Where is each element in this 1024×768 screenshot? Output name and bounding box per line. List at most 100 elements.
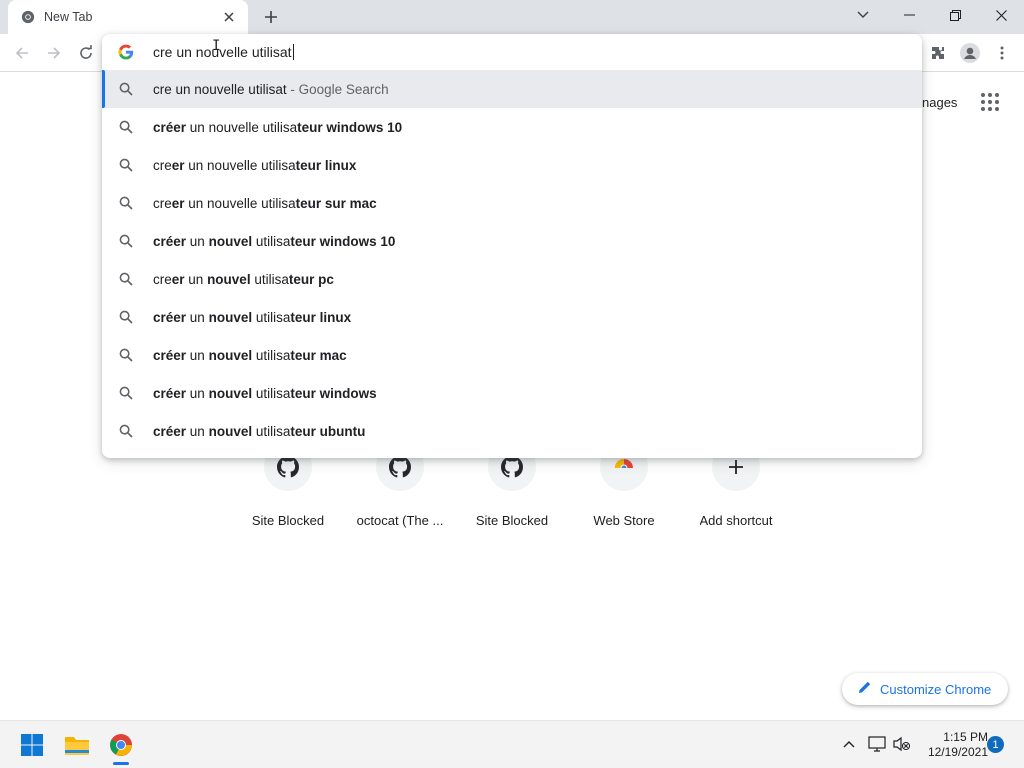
active-app-indicator [113,762,129,765]
suggestion-text: creer un nouvel utilisateur pc [153,272,334,287]
tab-search-chevron-icon[interactable] [840,0,886,30]
suggestion-row[interactable]: creer un nouvelle utilisateur linux [102,146,922,184]
display-icon[interactable] [866,733,888,755]
suggestion-segment: utilisa [252,423,291,439]
chevron-up-icon[interactable] [838,733,860,755]
suggestion-segment: un [184,271,208,287]
windows-start-icon[interactable] [16,729,48,761]
suggestion-row[interactable]: cre un nouvelle utilisat - Google Search [102,70,922,108]
suggestion-segment: créer [153,233,187,249]
suggestion-segment: créer [153,119,187,135]
suggestion-text: créer un nouvel utilisateur windows 10 [153,234,395,249]
customize-chrome-label: Customize Chrome [880,681,992,697]
suggestion-segment: utilisa [252,233,291,249]
suggestion-segment: créer [153,385,187,401]
suggestion-segment: un [186,347,209,363]
suggestion-segment: teur linux [290,309,352,325]
suggestion-row[interactable]: créer un nouvel utilisateur mac [102,336,922,374]
suggestion-segment: cre [153,195,172,211]
suggestion-segment: créer [153,347,187,363]
suggestion-row[interactable]: creer un nouvelle utilisateur sur mac [102,184,922,222]
search-icon [119,386,133,400]
images-link[interactable]: nages [922,95,957,110]
system-clock[interactable]: 1:15 PM 12/19/2021 [918,730,988,760]
close-window-button[interactable] [978,0,1024,30]
new-tab-button[interactable] [258,4,284,30]
suggestion-segment: teur windows [290,385,377,401]
suggestion-text: créer un nouvel utilisateur mac [153,348,347,363]
notification-badge[interactable]: 1 [987,736,1004,753]
suggestion-text: creer un nouvelle utilisateur sur mac [153,196,377,211]
search-icon [119,272,133,286]
shortcut-label: Add shortcut [699,513,773,528]
restore-button[interactable] [932,0,978,30]
suggestion-row[interactable]: créer un nouvel utilisateur ubuntu [102,412,922,450]
reload-button[interactable] [72,39,100,67]
suggestion-segment: nouvel [208,347,253,363]
omnibox-input[interactable]: cre un nouvelle utilisat I [102,34,922,70]
google-g-icon [118,44,134,60]
profile-avatar-icon[interactable] [956,39,984,67]
minimize-button[interactable] [886,0,932,30]
suggestion-text: creer un nouvelle utilisateur linux [153,158,356,173]
suggestion-segment: créer [153,423,187,439]
suggestion-segment: cre un nouvelle utilisat [153,81,287,97]
search-icon [119,348,133,362]
search-icon [119,310,133,324]
suggestion-segment: un [186,309,209,325]
file-explorer-icon[interactable] [61,729,93,761]
suggestion-text: créer un nouvel utilisateur windows [153,386,377,401]
chrome-taskbar-icon[interactable] [105,729,137,765]
volume-muted-icon[interactable] [891,733,913,755]
close-tab-icon[interactable] [220,8,238,26]
search-icon [119,82,133,96]
suggestion-text: créer un nouvelle utilisateur windows 10 [153,120,402,135]
back-button[interactable] [8,39,36,67]
suggestion-segment: teur ubuntu [290,423,366,439]
forward-button[interactable] [40,39,68,67]
suggestion-segment: er [171,195,185,211]
suggestion-suffix: - Google Search [286,81,389,97]
suggestion-segment: nouvel [207,271,251,287]
menu-kebab-icon[interactable] [988,39,1016,67]
suggestion-text: créer un nouvel utilisateur ubuntu [153,424,365,439]
tab-new-tab[interactable]: New Tab [8,0,248,34]
shortcut-label: Web Store [593,513,655,528]
suggestion-segment: er [171,271,185,287]
omnibox-popup: cre un nouvelle utilisat I cre un nouvel… [102,34,922,458]
suggestion-segment: utilisa [252,309,291,325]
omnibox-text[interactable]: cre un nouvelle utilisat [153,44,294,60]
suggestion-segment: er [171,157,185,173]
pencil-icon [858,680,872,699]
suggestion-row[interactable]: créer un nouvelle utilisateur windows 10 [102,108,922,146]
google-apps-icon[interactable] [980,92,1000,112]
suggestion-row[interactable]: créer un nouvel utilisateur windows [102,374,922,412]
suggestion-row[interactable]: créer un nouvel utilisateur windows 10 [102,222,922,260]
clock-date: 12/19/2021 [927,745,988,759]
suggestion-row[interactable]: creer un nouvel utilisateur pc [102,260,922,298]
chrome-favicon-icon [20,9,36,25]
suggestion-segment: un nouvelle utilisa [184,195,296,211]
suggestion-segment: un nouvelle utilisa [184,157,296,173]
suggestion-segment: nouvel [208,233,253,249]
search-icon [119,158,133,172]
suggestion-segment: teur mac [290,347,347,363]
suggestion-segment: teur windows 10 [297,119,403,135]
suggestion-segment: un [186,385,209,401]
suggestion-segment: un [186,423,209,439]
customize-chrome-button[interactable]: Customize Chrome [842,673,1008,705]
tab-title: New Tab [44,10,93,24]
suggestion-segment: un nouvelle utilisa [186,119,298,135]
suggestion-list: cre un nouvelle utilisat - Google Search… [102,70,922,450]
suggestion-row[interactable]: créer un nouvel utilisateur linux [102,298,922,336]
clock-time: 1:15 PM [943,730,988,744]
search-icon [119,424,133,438]
suggestion-text: créer un nouvel utilisateur linux [153,310,351,325]
suggestion-segment: un [186,233,209,249]
suggestion-segment: teur sur mac [295,195,377,211]
windows-taskbar: 1:15 PM 12/19/2021 1 [0,720,1024,768]
suggestion-segment: nouvel [208,309,253,325]
extensions-icon[interactable] [924,39,952,67]
suggestion-segment: cre [153,271,172,287]
suggestion-text: cre un nouvelle utilisat - Google Search [153,82,389,97]
